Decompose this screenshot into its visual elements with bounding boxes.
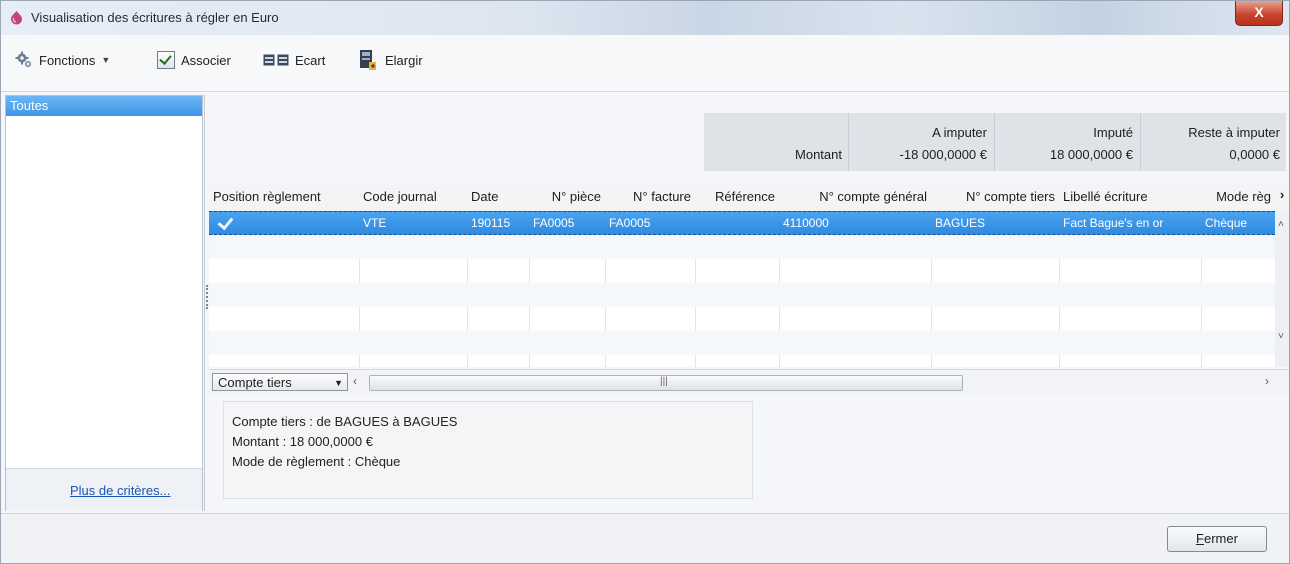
reste-label: Reste à imputer (1188, 125, 1280, 140)
totals-montant: Montant (704, 113, 848, 171)
horizontal-scrollbar-thumb[interactable]: ||| (369, 375, 963, 391)
a-imputer-label: A imputer (932, 125, 987, 140)
title-bar: Visualisation des écritures à régler en … (1, 1, 1289, 35)
impute-value: 18 000,0000 € (1049, 147, 1133, 162)
totals-impute: Imputé 18 000,0000 € (995, 113, 1139, 171)
elargir-label: Elargir (385, 52, 423, 68)
fonctions-menu-button[interactable]: Fonctions ▼ (15, 49, 110, 71)
cell-mode[interactable]: Chèque (1201, 212, 1275, 236)
filter-panel: Toutes Plus de critères... (5, 95, 203, 511)
chevron-down-icon: ▼ (101, 55, 111, 65)
check-icon (217, 213, 234, 231)
summary-montant: Montant : 18 000,0000 € (232, 434, 373, 449)
table-header: Position règlement Code journal Date N° … (209, 183, 1289, 212)
close-button[interactable]: Fermer (1167, 526, 1267, 552)
entries-table: Position règlement Code journal Date N° … (209, 183, 1289, 367)
ecart-label: Ecart (295, 52, 326, 68)
column-header-mode[interactable]: Mode règ (1201, 183, 1275, 211)
table-row-empty (209, 283, 1275, 307)
summary-compte-tiers: Compte tiers : de BAGUES à BAGUES (232, 414, 458, 429)
vertical-scrollbar[interactable]: ˄ ˅ (1275, 211, 1289, 367)
totals-reste: Reste à imputer 0,0000 € (1141, 113, 1286, 171)
table-row-empty (209, 307, 1275, 331)
group-by-select[interactable]: Compte tiers ▼ (212, 373, 348, 391)
impute-label: Imputé (1093, 125, 1133, 140)
cell-compte-general[interactable]: 4110000 (779, 212, 931, 236)
column-header-code-journal[interactable]: Code journal (359, 183, 467, 211)
cell-position[interactable] (209, 212, 359, 236)
column-header-compte-tiers[interactable]: N° compte tiers (931, 183, 1059, 211)
associer-button[interactable]: Associer (157, 49, 231, 71)
scroll-right-icon[interactable]: › (1265, 374, 1269, 388)
chevron-down-icon: ▼ (334, 378, 343, 388)
column-header-compte-general[interactable]: N° compte général (779, 183, 931, 211)
cell-piece[interactable]: FA0005 (529, 212, 605, 236)
cell-libelle[interactable]: Fact Bague's en or (1059, 212, 1201, 236)
totals-panel: Montant A imputer -18 000,0000 € Imputé … (704, 113, 1286, 171)
selection-summary: Compte tiers : de BAGUES à BAGUES Montan… (223, 401, 753, 499)
close-button-label: ermer (1204, 531, 1238, 546)
column-header-date[interactable]: Date (467, 183, 529, 211)
ecart-button[interactable]: Ecart (263, 49, 325, 71)
more-criteria-link[interactable]: Plus de critères... (70, 483, 170, 498)
scroll-right-icon[interactable]: › (1275, 187, 1289, 207)
gear-icon (15, 51, 32, 68)
elargir-button[interactable]: Elargir (359, 49, 423, 71)
table-row-empty (209, 331, 1275, 355)
column-header-position[interactable]: Position règlement (209, 183, 359, 211)
filter-panel-footer: Plus de critères... (6, 468, 202, 511)
scroll-down-icon[interactable]: ˅ (1278, 331, 1284, 342)
table-row-empty (209, 259, 1275, 283)
cell-date[interactable]: 190115 (467, 212, 529, 236)
column-header-piece[interactable]: N° pièce (529, 183, 605, 211)
cell-code-journal[interactable]: VTE (359, 212, 467, 236)
column-header-libelle[interactable]: Libellé écriture (1059, 183, 1201, 211)
scrollbar-grip: ||| (660, 376, 668, 387)
a-imputer-value: -18 000,0000 € (899, 147, 987, 162)
montant-label: Montant (795, 147, 842, 162)
cell-facture[interactable]: FA0005 (605, 212, 695, 236)
column-header-facture[interactable]: N° facture (605, 183, 695, 211)
filter-item-toutes[interactable]: Toutes (6, 96, 202, 116)
scroll-up-icon[interactable]: ˄ (1278, 219, 1284, 230)
close-button-accesskey: F (1196, 531, 1204, 546)
reste-value: 0,0000 € (1229, 147, 1280, 162)
table-row-empty (209, 235, 1275, 259)
summary-mode-reglement: Mode de règlement : Chèque (232, 454, 401, 469)
scroll-left-icon[interactable]: ‹ (353, 374, 357, 388)
cell-reference[interactable] (695, 212, 779, 236)
cell-compte-tiers[interactable]: BAGUES (931, 212, 1059, 236)
ecart-icon (263, 54, 289, 66)
group-by-value: Compte tiers (218, 375, 292, 390)
close-icon[interactable]: X (1235, 1, 1283, 26)
toolbar: Fonctions ▼ Associer Ecart Elargir (1, 35, 1289, 92)
associer-label: Associer (181, 52, 231, 68)
column-header-reference[interactable]: Référence (695, 183, 779, 211)
app-icon (11, 11, 22, 25)
table-row[interactable]: VTE 190115 FA0005 FA0005 4110000 BAGUES … (209, 211, 1275, 235)
footer-bar: Fermer (1, 513, 1289, 563)
totals-a-imputer: A imputer -18 000,0000 € (849, 113, 993, 171)
expand-icon (360, 50, 376, 70)
fonctions-label: Fonctions (39, 52, 96, 68)
main-window: Visualisation des écritures à régler en … (0, 0, 1290, 564)
window-title: Visualisation des écritures à régler en … (31, 10, 279, 25)
table-bottom-bar: Compte tiers ▼ ‹ ||| › (209, 369, 1289, 394)
checkbox-icon (157, 51, 175, 69)
